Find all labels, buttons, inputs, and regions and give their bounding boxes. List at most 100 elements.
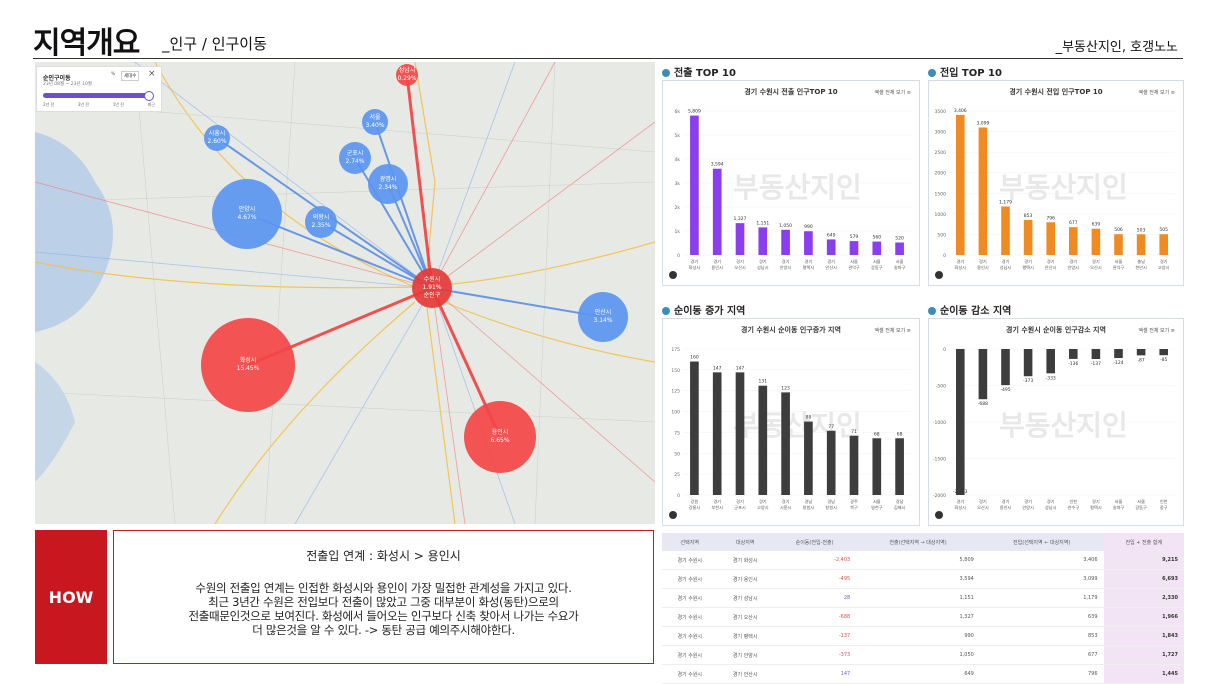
- bubble-pct: 0.29%: [397, 75, 417, 82]
- table-cell: 경기 성남시: [717, 588, 773, 608]
- household-toggle-button[interactable]: 세대수: [121, 71, 140, 81]
- table-cell: 5,809: [856, 551, 980, 570]
- x-tick-label: 경기: [713, 258, 721, 265]
- table-cell: 1,179: [979, 588, 1104, 608]
- table-row[interactable]: 경기 수원시 경기 성남시 28 1,151 1,179 2,330: [662, 588, 1184, 608]
- net-decrease-chart-panel: 부동산지인 경기 수원시 순이동 인구감소 지역 엑셀 전체 보기 ≡ 0 -50…: [928, 318, 1184, 526]
- table-header-cell[interactable]: 순이동(전입-전출): [772, 533, 857, 551]
- table-cell: 6,693: [1103, 569, 1184, 589]
- x-tick-label: 경기: [759, 498, 767, 505]
- table-cell: -2,403: [772, 551, 857, 570]
- table-cell: 3,406: [979, 551, 1104, 570]
- x-tick-label: 경기: [782, 498, 790, 505]
- bubble-label[interactable]: 안산시 3.14%: [593, 309, 612, 325]
- table-cell: 28: [772, 588, 857, 608]
- table-cell: 경기 평택시: [717, 626, 773, 646]
- bar: [1091, 349, 1101, 360]
- y-tick-label: 25: [674, 472, 680, 478]
- bubble-label[interactable]: 의왕시 2.35%: [311, 214, 330, 230]
- map-legend[interactable]: 순인구이동 23년 08월 ~ 23년 10월 % 세대수 × 2년 전 3년 …: [36, 66, 162, 112]
- close-icon[interactable]: ×: [148, 69, 156, 79]
- inflow-chart: 0 500 1000 1500 2000 2500 3000 3500 3,406 경기화성시 3,…: [935, 108, 1175, 279]
- bubble-label[interactable]: 광명시 2.34%: [378, 176, 397, 192]
- data-label: 503: [1137, 227, 1146, 233]
- table-cell: 853: [979, 626, 1104, 646]
- data-label: 1,327: [734, 216, 747, 222]
- x-tick-label: 경남: [896, 498, 904, 504]
- bubble-name: 안양시: [238, 206, 256, 213]
- table-cell: 경기 수원시: [662, 569, 718, 589]
- bubble-label[interactable]: 서울 3.40%: [365, 114, 384, 130]
- y-tick-label: 1500: [935, 191, 947, 197]
- bar: [978, 127, 988, 255]
- bar: [826, 239, 836, 255]
- bubble-name: 성남시: [398, 67, 416, 74]
- data-label: 5,809: [688, 109, 701, 115]
- table-row[interactable]: 경기 수원시 경기 안산시 147 649 796 1,445: [662, 664, 1184, 684]
- chart-logo-icon: [935, 511, 943, 519]
- percent-toggle[interactable]: %: [111, 72, 115, 77]
- table-row[interactable]: 경기 수원시 경기 화성시 -2,403 5,809 3,406 9,215: [662, 551, 1184, 570]
- bubble-label[interactable]: 시흥시 2.60%: [207, 130, 226, 146]
- bubble-label[interactable]: 성남시 0.29%: [397, 67, 416, 83]
- bubble-name: 군포시: [346, 150, 364, 157]
- table-row[interactable]: 경기 수원시 경기 안양시 -373 1,050 677 1,727: [662, 645, 1184, 665]
- data-label: 853: [1024, 213, 1033, 219]
- bubble-pct: 2.35%: [311, 222, 331, 229]
- slider-handle[interactable]: [144, 91, 154, 101]
- bar: [872, 241, 882, 255]
- table-cell: 147: [772, 664, 857, 684]
- table-header-cell[interactable]: 전출(선택지역 → 대상지역): [856, 533, 980, 551]
- x-tick-label: 강동구: [871, 264, 883, 271]
- migration-map[interactable]: 수원시 1.91% 순인구화성시 15.45% 용인시 6.65% 안양시 4.67% 안산시 3…: [35, 62, 655, 524]
- y-tick-label: -2000: [933, 493, 946, 499]
- data-label: -495: [1000, 387, 1010, 393]
- bar: [1136, 349, 1146, 356]
- y-tick-label: -1000: [933, 420, 946, 426]
- data-label: 3,099: [976, 120, 989, 126]
- bubble-label[interactable]: 화성시 15.45%: [237, 357, 260, 373]
- section-title-outflow: 전출 TOP 10: [662, 64, 736, 79]
- y-tick-label: 0: [943, 347, 946, 353]
- table-header-cell[interactable]: 전입 + 전출 합계: [1103, 533, 1184, 551]
- section-title-inflow: 전입 TOP 10: [928, 64, 1002, 79]
- table-row[interactable]: 경기 수원시 경기 오산시 -688 1,327 639 1,966: [662, 607, 1184, 627]
- data-label: 160: [690, 355, 699, 361]
- x-tick-label: 성남시: [757, 264, 769, 270]
- table-header-cell[interactable]: 대상지역: [717, 533, 773, 551]
- x-tick-label: 군포시: [734, 505, 746, 510]
- bubble-label[interactable]: 안양시 4.67%: [237, 206, 256, 222]
- data-label: 1,151: [756, 220, 769, 226]
- y-tick-label: 100: [671, 410, 680, 416]
- y-tick-label: 1000: [935, 212, 947, 218]
- data-label: 131: [759, 379, 768, 385]
- data-label: 147: [713, 365, 722, 371]
- table-header-cell[interactable]: 선택지역: [662, 533, 718, 551]
- table-header-cell[interactable]: 전입(선택지역 ← 대상지역): [979, 533, 1104, 551]
- y-tick-label: 50: [674, 451, 680, 457]
- how-label: HOW: [35, 530, 107, 664]
- table-cell: 경기 안산시: [717, 664, 773, 684]
- table-row[interactable]: 경기 수원시 경기 평택시 -137 990 853 1,843: [662, 626, 1184, 646]
- time-slider[interactable]: [43, 91, 154, 101]
- bar: [826, 430, 836, 495]
- bar: [804, 421, 813, 495]
- data-label: 639: [1092, 222, 1101, 228]
- bubble-name: 화성시: [239, 357, 257, 364]
- table-cell: 1,966: [1103, 607, 1184, 627]
- table-cell: 3,594: [856, 569, 980, 589]
- table-cell: -688: [772, 607, 857, 627]
- bubble-pct: 3.40%: [365, 122, 385, 129]
- x-tick-label: 창원시: [803, 504, 815, 510]
- migration-table: 선택지역 대상지역 순이동(전입-전출) 전출(선택지역 → 대상지역) 전입(선택지역…: [662, 533, 1184, 684]
- table-row[interactable]: 경기 수원시 경기 용인시 -495 3,594 3,099 6,693: [662, 569, 1184, 589]
- bubble-label[interactable]: 수원시 1.91% 순인구: [422, 276, 441, 300]
- bar: [1001, 206, 1010, 255]
- table-cell: 경기 안양시: [717, 645, 773, 665]
- table-cell: 677: [979, 645, 1104, 665]
- x-tick-label: 충남: [1137, 258, 1145, 264]
- bubble-label[interactable]: 용인시 6.65%: [490, 429, 509, 445]
- bubble-label[interactable]: 군포시 2.74%: [345, 150, 364, 166]
- legend-range: 23년 08월 ~ 23년 10월: [43, 82, 92, 87]
- x-tick-label: 용인시: [977, 264, 989, 270]
